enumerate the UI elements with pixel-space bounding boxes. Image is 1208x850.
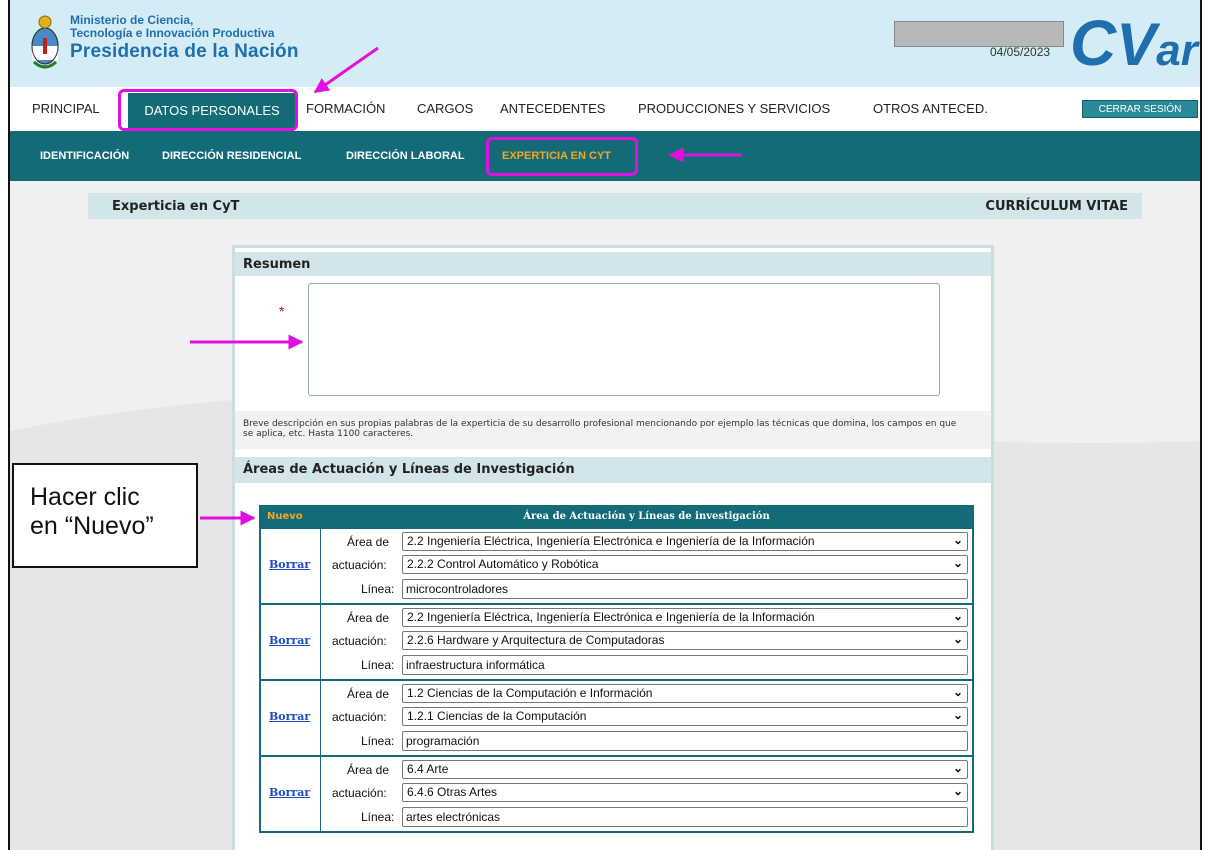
app-window: Ministerio de Ciencia, Tecnología e Inno… [8,0,1202,850]
annotation-arrows [190,46,742,526]
arrow-to-datos-personales [313,46,379,94]
